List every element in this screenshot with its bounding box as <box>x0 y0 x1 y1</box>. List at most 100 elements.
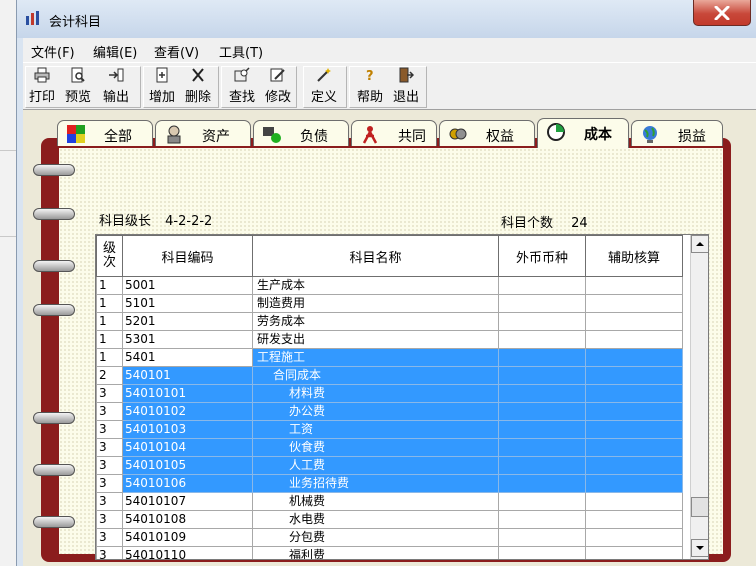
cell-auxiliary[interactable] <box>585 438 683 457</box>
menu-edit[interactable]: 编辑(E) <box>93 42 137 61</box>
cell-auxiliary[interactable] <box>585 366 683 385</box>
cell-level[interactable]: 3 <box>96 420 123 439</box>
cell-name[interactable]: 福利费 <box>252 546 499 559</box>
cell-level[interactable]: 3 <box>96 402 123 421</box>
cell-code[interactable]: 5101 <box>122 294 253 313</box>
column-header-level[interactable]: 级次 <box>96 235 123 277</box>
table-row[interactable]: 3 54010105 人工费 <box>96 456 683 475</box>
edit-button[interactable]: 修改 <box>263 67 293 107</box>
cell-code[interactable]: 5401 <box>122 348 253 367</box>
print-button[interactable]: 打印 <box>27 67 57 107</box>
accounts-grid[interactable]: 级次 科目编码 科目名称 外币币种 辅助核算 1 5001 生产成本 1 5101 制造费… <box>95 234 709 560</box>
cell-code[interactable]: 540101 <box>122 366 253 385</box>
cell-code[interactable]: 54010108 <box>122 510 253 529</box>
cell-name[interactable]: 人工费 <box>252 456 499 475</box>
cell-level[interactable]: 3 <box>96 456 123 475</box>
table-row[interactable]: 3 54010108 水电费 <box>96 510 683 529</box>
cell-name[interactable]: 工资 <box>252 420 499 439</box>
cell-name[interactable]: 制造费用 <box>252 294 499 313</box>
title-bar[interactable]: 会计科目 <box>17 0 756 38</box>
cell-auxiliary[interactable] <box>585 330 683 349</box>
cell-level[interactable]: 3 <box>96 546 123 559</box>
table-row[interactable]: 2 540101 合同成本 <box>96 366 683 385</box>
cell-level[interactable]: 1 <box>96 294 123 313</box>
cell-auxiliary[interactable] <box>585 456 683 475</box>
tab-common[interactable]: 共同 <box>351 120 437 146</box>
help-button[interactable]: ? 帮助 <box>355 67 385 107</box>
cell-code[interactable]: 5301 <box>122 330 253 349</box>
cell-code[interactable]: 54010109 <box>122 528 253 547</box>
cell-name[interactable]: 业务招待费 <box>252 474 499 493</box>
cell-level[interactable]: 1 <box>96 348 123 367</box>
scroll-down-button[interactable] <box>691 539 708 557</box>
cell-level[interactable]: 2 <box>96 366 123 385</box>
cell-code[interactable]: 54010101 <box>122 384 253 403</box>
preview-button[interactable]: 预览 <box>63 67 93 107</box>
cell-code[interactable]: 54010110 <box>122 546 253 559</box>
menu-view[interactable]: 查看(V) <box>154 42 199 61</box>
cell-code[interactable]: 54010103 <box>122 420 253 439</box>
table-row[interactable]: 1 5401 工程施工 <box>96 348 683 367</box>
cell-level[interactable]: 1 <box>96 276 123 295</box>
table-row[interactable]: 3 54010104 伙食费 <box>96 438 683 457</box>
cell-currency[interactable] <box>498 312 586 331</box>
cell-level[interactable]: 3 <box>96 438 123 457</box>
tab-liabilities[interactable]: 负债 <box>253 120 349 146</box>
cell-name[interactable]: 生产成本 <box>252 276 499 295</box>
cell-level[interactable]: 1 <box>96 312 123 331</box>
column-header-code[interactable]: 科目编码 <box>122 235 253 277</box>
column-header-name[interactable]: 科目名称 <box>252 235 499 277</box>
cell-auxiliary[interactable] <box>585 384 683 403</box>
cell-level[interactable]: 3 <box>96 474 123 493</box>
exit-button[interactable]: 退出 <box>391 67 421 107</box>
cell-level[interactable]: 3 <box>96 528 123 547</box>
cell-level[interactable]: 3 <box>96 384 123 403</box>
cell-currency[interactable] <box>498 456 586 475</box>
delete-button[interactable]: 删除 <box>183 67 213 107</box>
cell-currency[interactable] <box>498 348 586 367</box>
cell-currency[interactable] <box>498 438 586 457</box>
export-button[interactable]: 输出 <box>101 67 131 107</box>
cell-auxiliary[interactable] <box>585 528 683 547</box>
cell-auxiliary[interactable] <box>585 492 683 511</box>
table-row[interactable]: 1 5001 生产成本 <box>96 276 683 295</box>
cell-auxiliary[interactable] <box>585 474 683 493</box>
cell-code[interactable]: 54010106 <box>122 474 253 493</box>
cell-auxiliary[interactable] <box>585 276 683 295</box>
table-row[interactable]: 1 5201 劳务成本 <box>96 312 683 331</box>
cell-auxiliary[interactable] <box>585 510 683 529</box>
cell-currency[interactable] <box>498 474 586 493</box>
cell-name[interactable]: 办公费 <box>252 402 499 421</box>
cell-name[interactable]: 水电费 <box>252 510 499 529</box>
cell-level[interactable]: 3 <box>96 510 123 529</box>
cell-auxiliary[interactable] <box>585 348 683 367</box>
cell-currency[interactable] <box>498 384 586 403</box>
cell-auxiliary[interactable] <box>585 420 683 439</box>
tab-equity[interactable]: 权益 <box>439 120 535 146</box>
cell-name[interactable]: 材料费 <box>252 384 499 403</box>
column-header-auxiliary[interactable]: 辅助核算 <box>585 235 683 277</box>
cell-code[interactable]: 5001 <box>122 276 253 295</box>
menu-file[interactable]: 文件(F) <box>31 42 75 61</box>
tab-cost[interactable]: 成本 <box>537 118 629 148</box>
cell-currency[interactable] <box>498 276 586 295</box>
cell-currency[interactable] <box>498 420 586 439</box>
table-row[interactable]: 3 54010109 分包费 <box>96 528 683 547</box>
table-row[interactable]: 3 54010106 业务招待费 <box>96 474 683 493</box>
cell-currency[interactable] <box>498 294 586 313</box>
cell-currency[interactable] <box>498 402 586 421</box>
table-row[interactable]: 3 54010102 办公费 <box>96 402 683 421</box>
tab-profit-loss[interactable]: 损益 <box>631 120 723 146</box>
close-button[interactable] <box>693 0 751 26</box>
cell-name[interactable]: 工程施工 <box>252 348 499 367</box>
cell-currency[interactable] <box>498 492 586 511</box>
cell-auxiliary[interactable] <box>585 294 683 313</box>
tab-all[interactable]: 全部 <box>57 120 153 146</box>
cell-auxiliary[interactable] <box>585 402 683 421</box>
table-row[interactable]: 3 54010103 工资 <box>96 420 683 439</box>
cell-code[interactable]: 54010102 <box>122 402 253 421</box>
cell-name[interactable]: 分包费 <box>252 528 499 547</box>
column-header-currency[interactable]: 外币币种 <box>498 235 586 277</box>
cell-currency[interactable] <box>498 546 586 559</box>
table-row[interactable]: 3 54010101 材料费 <box>96 384 683 403</box>
